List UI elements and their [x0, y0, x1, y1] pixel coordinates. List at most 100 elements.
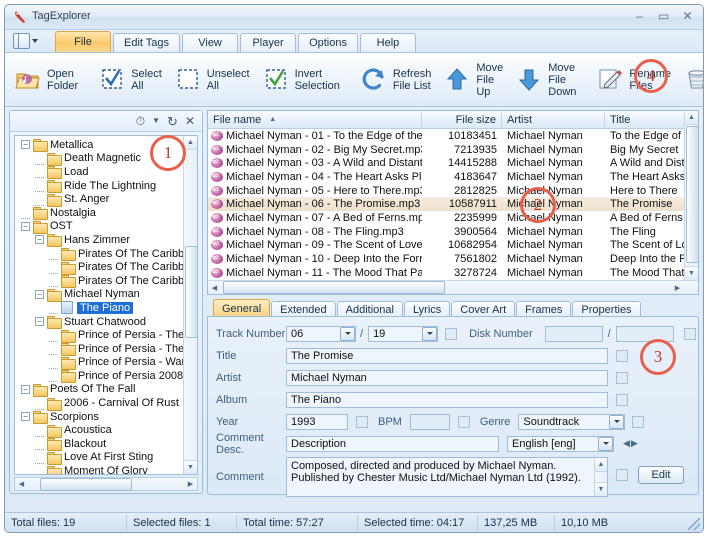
collapse-node-icon[interactable]: −	[35, 289, 44, 299]
tree-node[interactable]: St. Anger	[15, 192, 183, 207]
folder-tree[interactable]: − Metallica Death Magnetic Load Ride The Lig…	[14, 135, 198, 475]
collapse-node-icon[interactable]: −	[21, 412, 30, 422]
genre-dropdown-button[interactable]	[609, 414, 625, 429]
table-row[interactable]: Michael Nyman - 01 - To the Edge of the …	[208, 129, 698, 143]
minimize-button[interactable]: –	[632, 9, 647, 23]
table-row[interactable]: Michael Nyman - 08 - The Fling.mp3 390056…	[208, 225, 698, 239]
collapse-node-icon[interactable]: −	[35, 317, 44, 327]
table-row[interactable]: Michael Nyman - 03 - A Wild and Distant …	[208, 156, 698, 170]
tab-player[interactable]: Player	[240, 33, 297, 52]
track-total-combo[interactable]: 19	[368, 325, 439, 342]
column-header-file-name[interactable]: File name ▲	[208, 111, 422, 128]
column-header-file-size[interactable]: File size	[422, 111, 502, 128]
table-row[interactable]: Michael Nyman - 07 - A Bed of Ferns.mp3 2…	[208, 211, 698, 225]
tree-node[interactable]: The Piano	[15, 301, 183, 315]
genre-checkbox[interactable]	[632, 415, 645, 428]
tab-cover-art[interactable]: Cover Art	[451, 301, 516, 317]
clock-icon[interactable]: ⏱	[136, 115, 145, 127]
scroll-thumb-horizontal[interactable]	[223, 281, 445, 294]
tree-vertical-scrollbar[interactable]: ▲ ▼	[183, 136, 197, 474]
disk-total-input[interactable]	[615, 325, 674, 342]
album-checkbox[interactable]	[616, 393, 628, 406]
tab-file[interactable]: File	[55, 31, 111, 52]
tree-node[interactable]: − Scorpions	[15, 410, 183, 425]
collapse-node-icon[interactable]: −	[21, 384, 30, 394]
invert-selection-button[interactable]: Invert Selection	[256, 58, 346, 102]
title-checkbox[interactable]	[616, 349, 628, 362]
comment-desc-input[interactable]: Description	[286, 435, 499, 452]
edit-button[interactable]: Edit	[638, 466, 684, 484]
tree-node[interactable]: Blackout	[15, 437, 183, 452]
tree-node[interactable]: − Poets Of The Fall	[15, 383, 183, 397]
tab-general[interactable]: General	[213, 299, 271, 317]
open-folder-button[interactable]: Open Folder	[8, 58, 84, 102]
tree-node[interactable]: Prince of Persia - Warri	[15, 356, 191, 370]
scroll-thumb[interactable]	[185, 246, 197, 338]
table-row[interactable]: Michael Nyman - 06 - The Promise.mp3 1058…	[208, 197, 698, 212]
column-header-artist[interactable]: Artist	[502, 111, 605, 128]
arrow-left-icon[interactable]: ◀	[623, 438, 630, 449]
tab-additional[interactable]: Additional	[336, 301, 403, 317]
scroll-thumb-horizontal[interactable]	[40, 477, 132, 491]
tree-horizontal-scrollbar[interactable]: ◀ ▶	[14, 477, 198, 491]
refresh-icon[interactable]: ↻	[167, 115, 178, 128]
scroll-down-arrow[interactable]: ▼	[595, 482, 607, 496]
tab-properties[interactable]: Properties	[572, 301, 641, 317]
scroll-thumb[interactable]	[686, 126, 698, 263]
table-row[interactable]: Michael Nyman - 09 - The Scent of Love.m…	[208, 239, 698, 253]
track-number-checkbox[interactable]	[445, 327, 458, 340]
table-row[interactable]: Michael Nyman - 02 - Big My Secret.mp3 72…	[208, 143, 698, 157]
maximize-button[interactable]: ▭	[656, 9, 671, 23]
app-menu-button[interactable]	[13, 32, 47, 50]
scroll-up-arrow[interactable]: ▲	[184, 136, 197, 150]
scroll-up-arrow[interactable]: ▲	[685, 111, 698, 125]
tab-extended[interactable]: Extended	[271, 301, 336, 317]
select-all-button[interactable]: Select All	[92, 58, 168, 102]
file-list-vertical-scrollbar[interactable]: ▲ ▼	[684, 111, 698, 280]
year-checkbox[interactable]	[356, 415, 368, 428]
bpm-checkbox[interactable]	[457, 415, 470, 428]
refresh-file-list-button[interactable]: Refresh File List	[354, 58, 438, 102]
disk-number-checkbox[interactable]	[683, 327, 696, 340]
resize-grip-icon[interactable]	[688, 518, 700, 530]
artist-checkbox[interactable]	[616, 371, 628, 384]
scroll-down-arrow[interactable]: ▼	[685, 266, 698, 280]
language-dropdown-button[interactable]	[598, 436, 613, 451]
prev-next-arrows[interactable]: ◀ ▶	[623, 438, 638, 449]
collapse-node-icon[interactable]: −	[21, 221, 30, 231]
tree-node[interactable]: Acoustica	[15, 423, 183, 438]
move-file-down-button[interactable]: Move File Down	[509, 58, 582, 102]
year-input[interactable]: 1993	[286, 413, 348, 430]
tree-node[interactable]: Nostalgia	[15, 206, 183, 221]
collapse-node-icon[interactable]: −	[35, 235, 44, 245]
table-row[interactable]: Michael Nyman - 04 - The Heart Asks Plea…	[208, 170, 698, 184]
close-icon[interactable]: ✕	[185, 115, 195, 127]
tree-node[interactable]: − Hans Zimmer	[15, 233, 183, 248]
tree-node[interactable]: 2006 - Carnival Of Rust	[15, 396, 183, 411]
album-input[interactable]: The Piano	[286, 391, 608, 408]
tree-node[interactable]: Prince of Persia - The S	[15, 328, 195, 343]
disk-number-input[interactable]	[544, 325, 603, 342]
tree-node[interactable]: Pirates Of The Caribbe	[15, 260, 190, 275]
arrow-right-icon[interactable]: ▶	[631, 438, 638, 449]
tree-node[interactable]: − Michael Nyman	[15, 288, 183, 302]
unselect-all-button[interactable]: Unselect All	[168, 58, 256, 102]
comment-textarea[interactable]: Composed, directed and produced by Micha…	[286, 457, 608, 497]
table-row[interactable]: Michael Nyman - 11 - The Mood That Passe…	[208, 266, 698, 280]
tab-help[interactable]: Help	[359, 33, 416, 52]
scroll-right-arrow[interactable]: ▶	[184, 478, 197, 490]
chevron-down-icon[interactable]: ▼	[152, 117, 160, 125]
title-input[interactable]: The Promise	[286, 347, 608, 364]
track-number-dropdown-button[interactable]	[340, 326, 355, 341]
track-number-combo[interactable]: 06	[286, 325, 356, 342]
comment-scrollbar[interactable]: ▲ ▼	[594, 458, 607, 496]
bpm-input[interactable]	[409, 413, 450, 430]
scroll-right-arrow[interactable]: ▶	[671, 282, 684, 294]
tree-node[interactable]: Prince of Persia - The T	[15, 342, 194, 357]
comment-checkbox[interactable]	[616, 469, 628, 481]
artist-input[interactable]: Michael Nyman	[286, 369, 608, 386]
table-row[interactable]: Michael Nyman - 10 - Deep Into the Forre…	[208, 252, 698, 266]
collapse-node-icon[interactable]: −	[21, 140, 30, 150]
tree-node[interactable]: − Stuart Chatwood	[15, 315, 183, 330]
tab-frames[interactable]: Frames	[516, 301, 572, 317]
